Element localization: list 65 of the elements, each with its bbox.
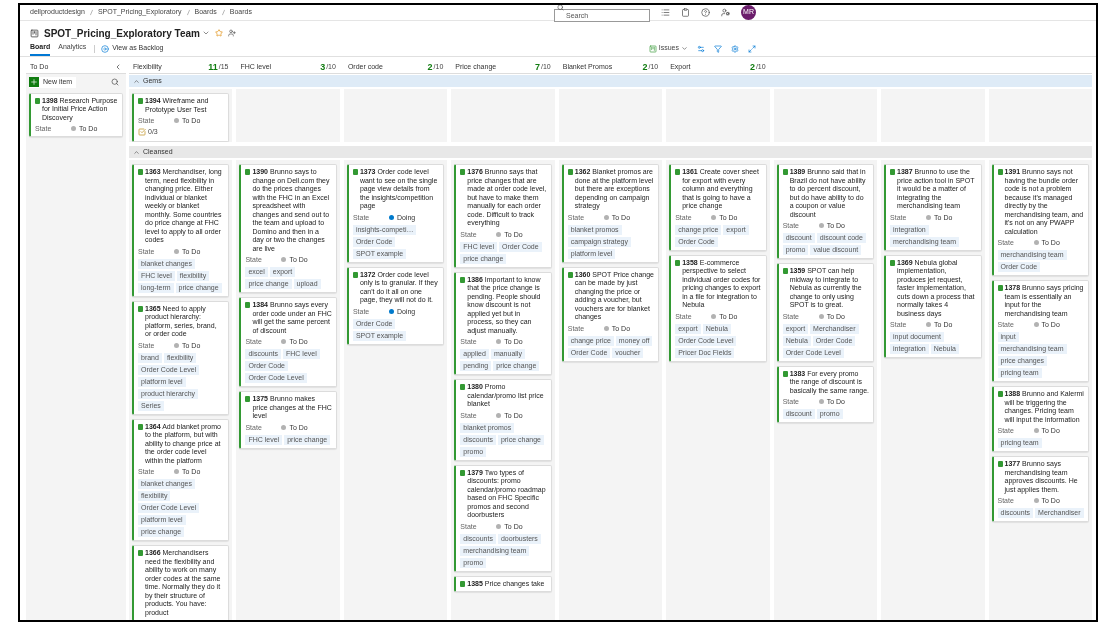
- issue-icon: [997, 285, 1003, 291]
- issue-icon: [460, 469, 466, 476]
- checklist-icon: [138, 128, 146, 137]
- issue-icon: [782, 268, 788, 274]
- search-icon[interactable]: [111, 78, 119, 87]
- issue-icon: [997, 391, 1003, 397]
- issue-icon: [245, 396, 251, 402]
- issue-icon: [675, 169, 681, 175]
- settings-icon[interactable]: [731, 44, 739, 53]
- chevron-down-icon[interactable]: [202, 29, 210, 37]
- star-icon[interactable]: [215, 29, 223, 37]
- breadcrumb-separator-icon: [89, 9, 93, 16]
- issue-icon: [138, 169, 143, 175]
- issue-icon: [245, 302, 251, 308]
- issue-icon: [675, 259, 681, 266]
- person-icon[interactable]: [228, 29, 236, 37]
- issue-icon: [782, 370, 788, 377]
- plus-icon: [29, 77, 39, 88]
- chevron-up-icon: [133, 77, 140, 85]
- issue-icon: [245, 169, 251, 175]
- work-item-card[interactable]: [132, 418, 230, 541]
- sliders-icon[interactable]: [697, 44, 705, 53]
- issue-icon: [997, 169, 1003, 175]
- issue-icon: [782, 169, 788, 175]
- column-count: 2: [749, 62, 755, 72]
- issue-icon: [138, 305, 143, 312]
- breadcrumb-separator-icon: [221, 9, 225, 16]
- column-count: 7: [535, 62, 540, 72]
- collapse-icon[interactable]: [114, 63, 122, 71]
- issue-icon: [35, 97, 40, 104]
- board-icon: [648, 44, 657, 53]
- search-icon: [557, 5, 564, 11]
- filter-icon[interactable]: [714, 44, 722, 53]
- issue-icon: [352, 169, 358, 175]
- issue-icon: [460, 580, 466, 587]
- issue-icon: [460, 276, 466, 283]
- expand-icon[interactable]: [748, 44, 756, 53]
- chevron-down-icon: [681, 45, 688, 52]
- clipboard-icon[interactable]: [681, 8, 690, 17]
- issue-icon: [567, 271, 573, 278]
- list-icon[interactable]: [661, 8, 670, 17]
- column-count: 11: [208, 62, 218, 72]
- issue-icon: [997, 461, 1003, 467]
- column-count: 2: [642, 62, 648, 72]
- work-item-card[interactable]: [132, 164, 230, 297]
- team-title: SPOT_Pricing_Exploratory Team: [44, 26, 200, 41]
- work-item-card[interactable]: [991, 164, 1089, 276]
- issue-icon: [460, 384, 466, 390]
- issue-icon: [890, 169, 896, 175]
- help-icon[interactable]: [701, 8, 710, 17]
- issue-icon: [138, 98, 143, 104]
- breadcrumb-separator-icon: [186, 9, 190, 16]
- chevron-up-icon: [133, 148, 140, 156]
- issue-icon: [138, 550, 143, 556]
- user-settings-icon[interactable]: [721, 8, 730, 17]
- issue-icon: [890, 259, 896, 266]
- issue-icon: [460, 169, 466, 175]
- issue-icon: [352, 271, 358, 278]
- column-count: 3: [320, 62, 326, 72]
- backlog-icon: [101, 44, 110, 53]
- work-item-card[interactable]: [239, 164, 337, 293]
- issue-icon: [138, 423, 143, 430]
- issue-icon: [567, 169, 573, 175]
- column-count: 2: [427, 62, 433, 72]
- board-icon: [30, 28, 39, 38]
